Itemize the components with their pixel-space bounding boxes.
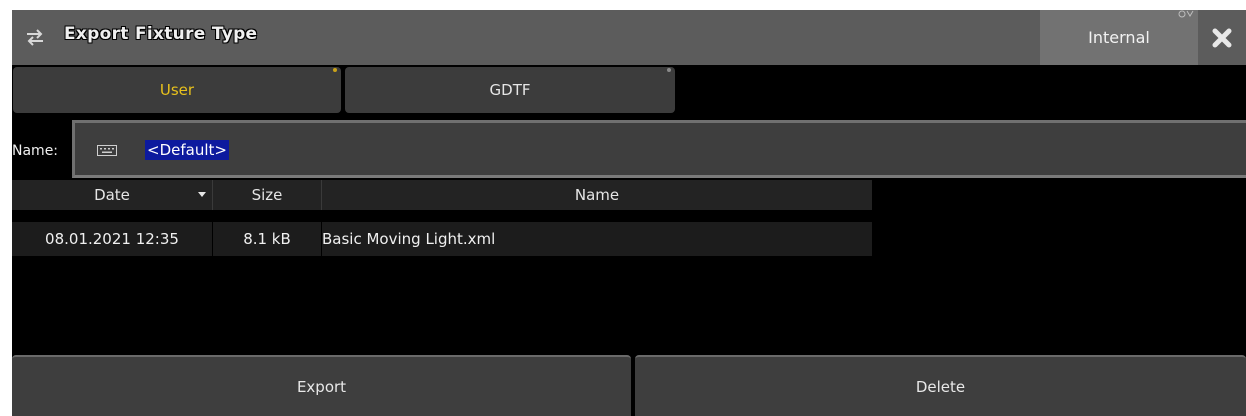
table-row[interactable]: 08.01.2021 12:35 8.1 kB Basic Moving Lig…: [12, 222, 872, 256]
tab-indicator-dot: [667, 68, 671, 72]
column-header-size-label: Size: [251, 186, 283, 204]
internal-button[interactable]: Internal: [1040, 10, 1198, 65]
export-button-label: Export: [296, 377, 347, 396]
column-header-name-label: Name: [574, 186, 620, 204]
tab-user-label: User: [159, 81, 195, 99]
delete-button-label: Delete: [915, 377, 966, 396]
tab-user[interactable]: User: [13, 67, 341, 113]
title-bar[interactable]: Export Fixture Type Internal: [12, 10, 1246, 65]
sort-down-icon: [198, 192, 206, 197]
cell-name: Basic Moving Light.xml: [322, 230, 496, 248]
tab-gdtf[interactable]: GDTF: [345, 67, 675, 113]
name-label: Name:: [12, 143, 59, 159]
tab-indicator-dot: [333, 68, 337, 72]
name-input-value: <Default>: [145, 140, 229, 160]
keyboard-icon[interactable]: [97, 145, 117, 156]
column-header-date-label: Date: [94, 186, 130, 204]
close-button[interactable]: [1198, 10, 1246, 65]
cell-size: 8.1 kB: [212, 222, 322, 256]
delete-button[interactable]: Delete: [635, 355, 1246, 416]
internal-button-label: Internal: [1088, 28, 1150, 47]
cell-date: 08.01.2021 12:35: [45, 230, 179, 248]
name-input[interactable]: <Default>: [72, 120, 1246, 178]
close-x-icon: [1212, 28, 1232, 47]
swap-arrows-icon: [27, 29, 43, 46]
drag-handle-icon[interactable]: [1177, 10, 1195, 18]
table-header: Date Size Name: [12, 180, 872, 210]
column-header-size[interactable]: Size: [212, 180, 322, 210]
column-header-date[interactable]: Date: [12, 180, 212, 210]
column-header-name[interactable]: Name: [322, 180, 872, 210]
export-fixture-type-window: Export Fixture Type Internal User GDTF N…: [12, 10, 1246, 416]
export-button[interactable]: Export: [12, 355, 631, 416]
window-title: Export Fixture Type: [64, 24, 258, 44]
tab-gdtf-label: GDTF: [489, 81, 531, 99]
